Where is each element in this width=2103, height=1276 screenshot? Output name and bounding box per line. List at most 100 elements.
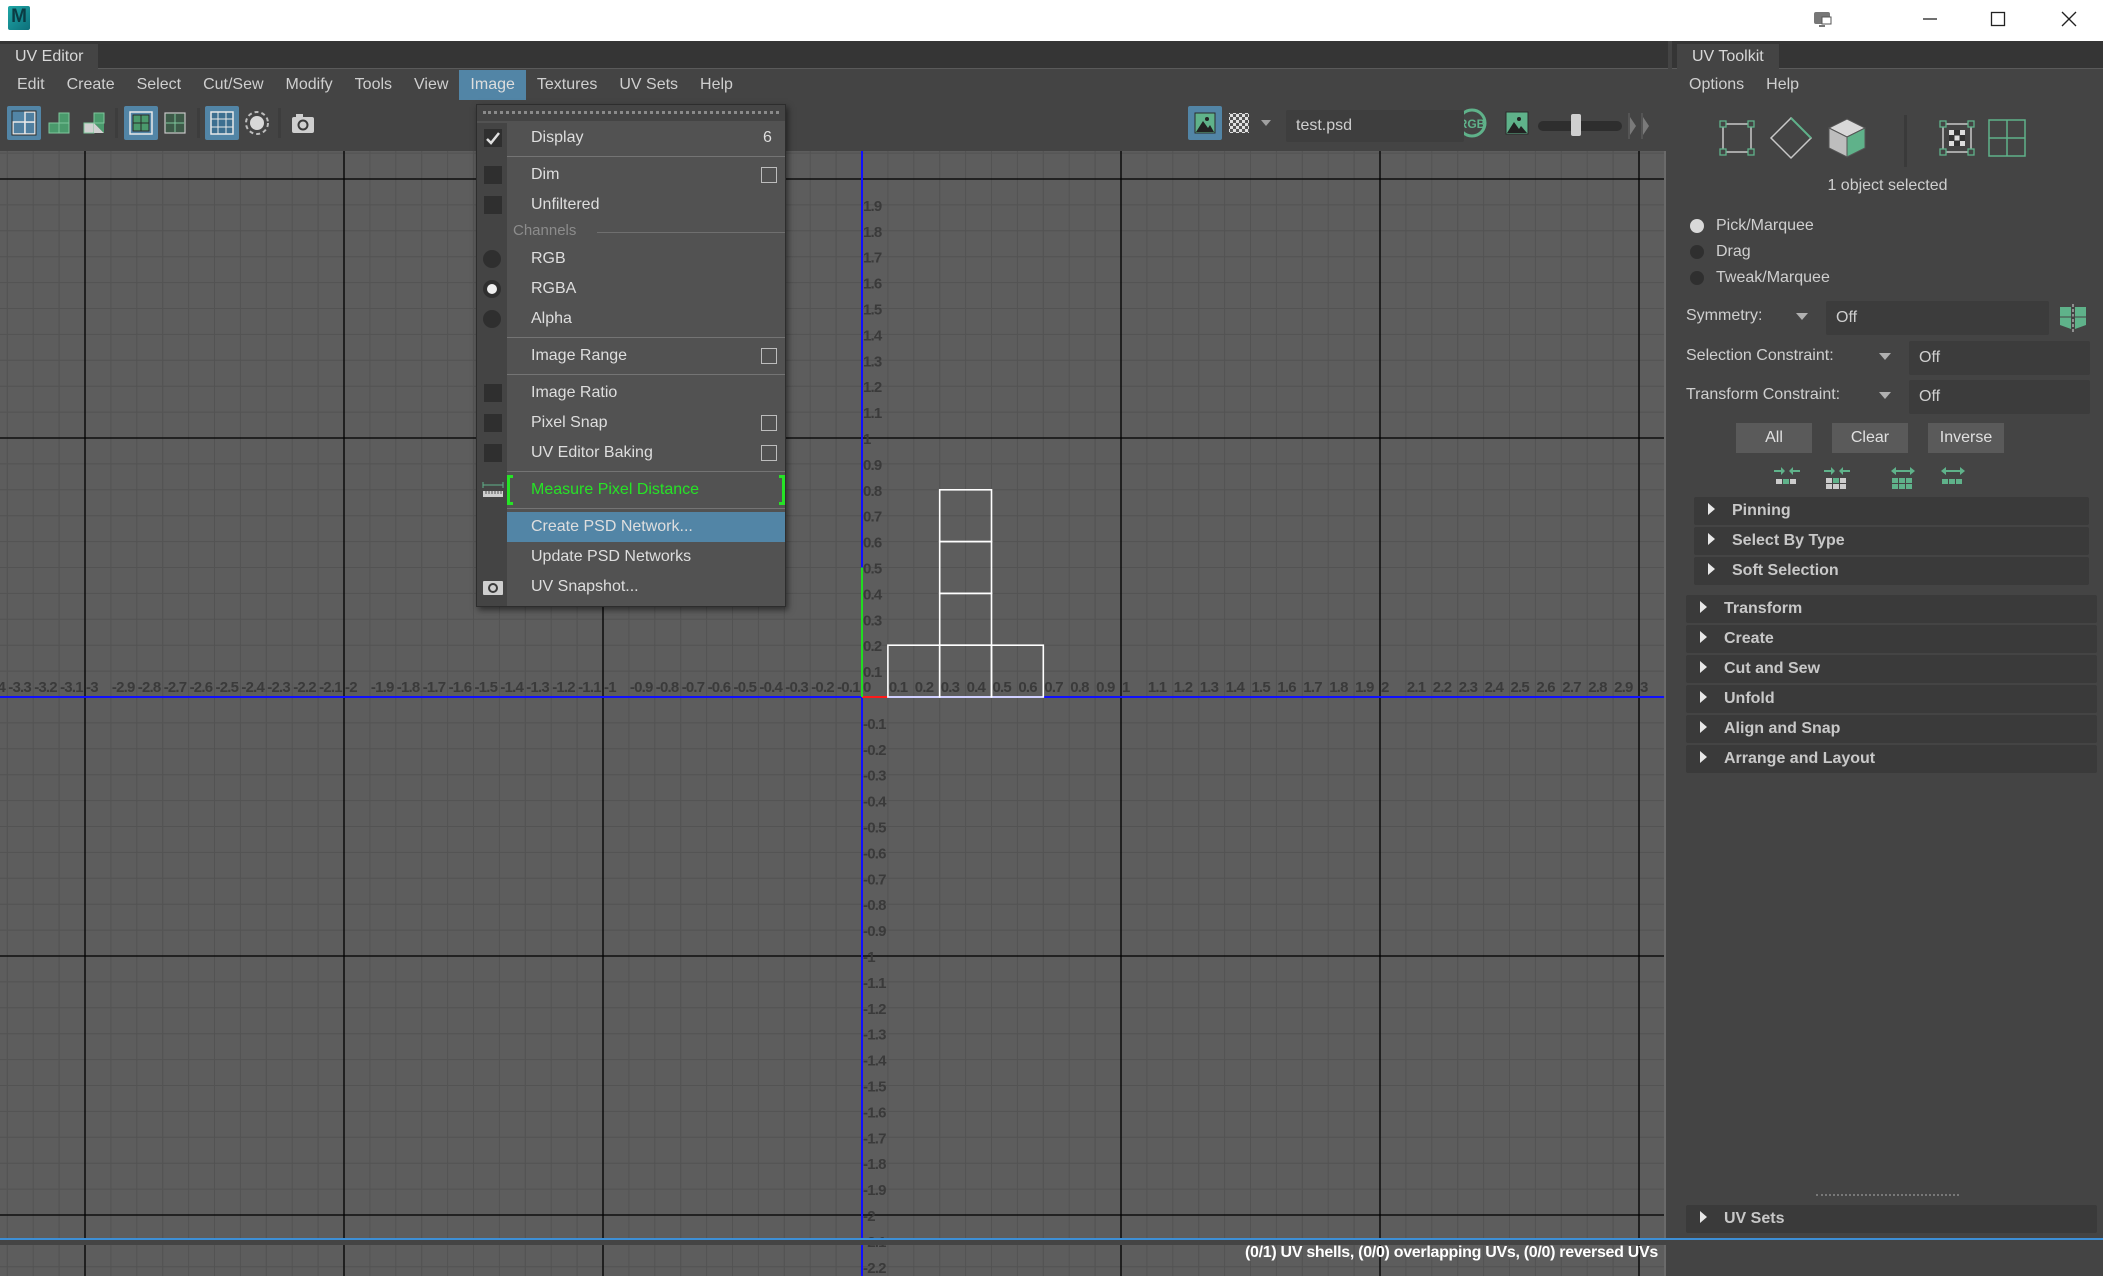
grow-loop-icon[interactable] — [1938, 465, 1968, 489]
transform-constraint-dropdown[interactable]: Off — [1909, 380, 2090, 414]
uv-editor-tab[interactable]: UV Editor — [0, 44, 99, 70]
section-uv-sets[interactable]: UV Sets — [1686, 1205, 2097, 1233]
select-all-button[interactable]: All — [1736, 423, 1812, 453]
grow-selection-icon[interactable] — [1888, 465, 1918, 491]
section-create[interactable]: Create — [1686, 625, 2097, 653]
checker-tiles-icon[interactable] — [1222, 106, 1256, 140]
u-tick-label: 2.3 — [1459, 679, 1478, 696]
uv-viewport[interactable]: -3.4-3.3-3.2-3.1-3-2.9-2.8-2.7-2.6-2.5-2… — [0, 151, 1666, 1276]
symmetry-dropdown[interactable]: Off — [1826, 301, 2049, 335]
edge-mode-icon[interactable] — [1766, 113, 1816, 163]
transform-constraint-arrow-icon[interactable] — [1879, 392, 1891, 399]
symmetry-toggle-icon[interactable] — [2058, 303, 2088, 333]
tool-mode-pick-marquee[interactable]: Pick/Marquee — [1690, 217, 1814, 235]
display-settings-icon[interactable] — [1793, 0, 1853, 38]
section-arrange-and-layout[interactable]: Arrange and Layout — [1686, 745, 2097, 773]
menu-item-pixel-snap[interactable]: Pixel Snap — [507, 408, 785, 438]
menu-item-label: RGB — [531, 250, 566, 267]
section-cut-and-sew[interactable]: Cut and Sew — [1686, 655, 2097, 683]
exposure-slider-thumb[interactable] — [1571, 114, 1581, 136]
option-box-checkbox[interactable] — [761, 348, 777, 364]
pixel-grid-icon[interactable] — [205, 106, 239, 140]
subsection-pinning[interactable]: Pinning — [1694, 497, 2089, 525]
option-box-checkbox[interactable] — [761, 167, 777, 183]
menu-tearoff-handle[interactable] — [477, 105, 785, 121]
vertex-mode-icon[interactable] — [1712, 113, 1762, 163]
menu-item-measure-pixel-distance[interactable]: Measure Pixel Distance — [507, 475, 785, 505]
menu-item-alpha[interactable]: Alpha — [507, 304, 785, 334]
menu-modify[interactable]: Modify — [275, 70, 344, 100]
selection-constraint-arrow-icon[interactable] — [1879, 353, 1891, 360]
menu-item-display[interactable]: Display 6 — [507, 123, 785, 153]
subsection-select-by-type[interactable]: Select By Type — [1694, 527, 2089, 555]
menu-item-create-psd-network[interactable]: Create PSD Network... — [507, 512, 785, 542]
minimize-button[interactable] — [1900, 0, 1960, 38]
uv-shell-mode-icon[interactable] — [1982, 113, 2032, 163]
uv-mode-icon[interactable] — [1932, 113, 1982, 163]
menu-item-update-psd-networks[interactable]: Update PSD Networks — [507, 542, 785, 572]
toolkit-menu-help[interactable]: Help — [1755, 76, 1810, 94]
selection-constraint-dropdown[interactable]: Off — [1909, 341, 2090, 375]
menu-cut-sew[interactable]: Cut/Sew — [192, 70, 274, 100]
symmetry-dropdown-arrow-icon[interactable] — [1796, 313, 1808, 320]
grid-outline-icon[interactable] — [158, 106, 192, 140]
menu-item-unfiltered[interactable]: Unfiltered — [507, 190, 785, 220]
maximize-button[interactable] — [1968, 0, 2028, 38]
menu-item-image-ratio[interactable]: Image Ratio — [507, 378, 785, 408]
grid-display-icon[interactable] — [124, 106, 158, 140]
menu-image[interactable]: Image — [459, 70, 526, 100]
shaded-uv-icon[interactable] — [240, 106, 274, 140]
uv-toolkit-tab[interactable]: UV Toolkit — [1677, 44, 1779, 70]
menu-help[interactable]: Help — [689, 70, 744, 100]
exposure-image-icon[interactable] — [1500, 106, 1534, 140]
menu-item-rgb[interactable]: RGB — [507, 244, 785, 274]
inverse-selection-button[interactable]: Inverse — [1928, 423, 2004, 453]
menu-view[interactable]: View — [403, 70, 459, 100]
section-align-and-snap[interactable]: Align and Snap — [1686, 715, 2097, 743]
option-box-checkbox[interactable] — [761, 415, 777, 431]
uv-shell-half-icon[interactable] — [77, 106, 111, 140]
menu-item-uv-editor-baking[interactable]: UV Editor Baking — [507, 438, 785, 468]
menu-item-dim[interactable]: Dim — [507, 160, 785, 190]
u-tick-label: -2.7 — [164, 679, 187, 696]
clear-selection-button[interactable]: Clear — [1832, 423, 1908, 453]
menu-edit[interactable]: Edit — [6, 70, 56, 100]
option-box-checkbox[interactable] — [761, 445, 777, 461]
menu-item-rgba[interactable]: RGBA — [507, 274, 785, 304]
v-tick-label: 0.7 — [863, 509, 882, 526]
menu-create[interactable]: Create — [56, 70, 126, 100]
v-tick-label: 0.8 — [863, 483, 882, 500]
radio-icon[interactable] — [1690, 245, 1704, 259]
texture-dropdown-arrow-icon[interactable] — [1256, 106, 1276, 140]
image-display-toggle-icon[interactable] — [1188, 106, 1222, 140]
panel-resize-handle[interactable] — [1816, 1194, 1959, 1196]
face-mode-icon[interactable] — [1822, 113, 1872, 163]
menu-tools[interactable]: Tools — [344, 70, 403, 100]
tool-mode-tweak-marquee[interactable]: Tweak/Marquee — [1690, 269, 1830, 287]
toolkit-menu-options[interactable]: Options — [1678, 76, 1755, 94]
uv-snapshot-icon[interactable] — [286, 106, 320, 140]
uv-grid-canvas[interactable]: -3.4-3.3-3.2-3.1-3-2.9-2.8-2.7-2.6-2.5-2… — [0, 151, 1666, 1276]
tool-mode-drag[interactable]: Drag — [1690, 243, 1751, 261]
section-unfold[interactable]: Unfold — [1686, 685, 2097, 713]
menu-item-image-range[interactable]: Image Range — [507, 341, 785, 371]
menu-item-uv-snapshot[interactable]: UV Snapshot... — [507, 572, 785, 602]
u-tick-label: -2.1 — [319, 679, 342, 696]
close-button[interactable] — [2039, 0, 2099, 38]
shrink-loop-icon[interactable] — [1822, 465, 1852, 491]
texture-name-field[interactable]: test.psd — [1286, 110, 1464, 142]
menu-select[interactable]: Select — [126, 70, 192, 100]
uv-shell-selection-icon[interactable] — [7, 106, 41, 140]
uv-shell-green-icon[interactable] — [42, 106, 76, 140]
subsection-soft-selection[interactable]: Soft Selection — [1694, 557, 2089, 585]
radio-icon[interactable] — [1690, 271, 1704, 285]
v-tick-label: -1.8 — [863, 1156, 886, 1173]
section-transform[interactable]: Transform — [1686, 595, 2097, 623]
menu-textures[interactable]: Textures — [526, 70, 608, 100]
menu-item-label: UV Snapshot... — [531, 578, 639, 595]
shrink-selection-icon[interactable] — [1772, 465, 1802, 489]
camera-icon — [482, 578, 504, 601]
toolbar-overflow-arrows-icon[interactable] — [1627, 113, 1651, 139]
radio-icon[interactable] — [1690, 219, 1704, 233]
menu-uv-sets[interactable]: UV Sets — [608, 70, 689, 100]
